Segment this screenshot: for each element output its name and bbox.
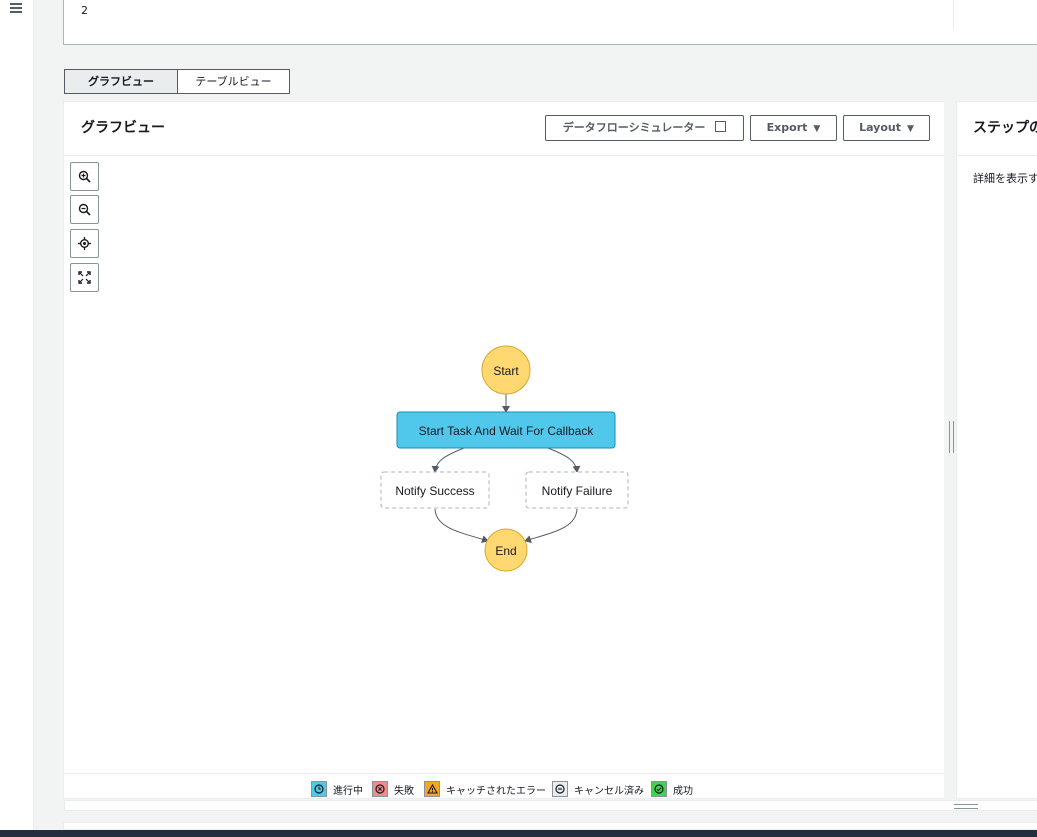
status-legend: 進行中 失敗 キャッチされたエラー キャンセル済み 成功 <box>64 773 945 800</box>
graph-panel-header: グラフビュー データフローシミュレーター Export ▼ Layout ▼ <box>64 102 945 156</box>
warning-icon <box>424 781 440 797</box>
node-start-label: Start <box>493 364 519 378</box>
graph-view-panel: グラフビュー データフローシミュレーター Export ▼ Layout ▼ S… <box>63 101 946 799</box>
summary-value: 2 <box>81 4 88 17</box>
bottom-resize-handle[interactable] <box>64 800 1037 811</box>
tab-graph-view[interactable]: グラフビュー <box>64 69 178 94</box>
hamburger-menu-icon[interactable] <box>10 3 23 14</box>
node-start[interactable]: Start <box>481 345 531 395</box>
node-task-label: Start Task And Wait For Callback <box>419 424 595 438</box>
minus-circle-icon <box>552 781 568 797</box>
data-flow-simulator-label: データフローシミュレーター <box>562 121 706 134</box>
graph-panel-title: グラフビュー <box>81 120 165 136</box>
resize-grip-icon <box>949 421 954 453</box>
resize-grip-icon <box>954 804 978 809</box>
edge-task-to-failure <box>547 447 581 473</box>
step-details-hint: 詳細を表示す <box>973 172 1037 185</box>
edge-success-to-end <box>434 508 489 544</box>
external-link-icon <box>715 121 727 132</box>
export-dropdown-button[interactable]: Export ▼ <box>750 115 837 141</box>
node-notify-success-label: Notify Success <box>395 484 474 498</box>
node-end-label: End <box>495 544 516 558</box>
export-label: Export <box>766 121 808 134</box>
side-navigation-strip <box>0 0 34 837</box>
step-details-title: ステップの <box>973 120 1037 136</box>
node-notify-failure-label: Notify Failure <box>542 484 613 498</box>
next-section-card <box>63 822 1037 830</box>
legend-item-succeeded: 成功 <box>651 781 693 797</box>
node-notify-success[interactable]: Notify Success <box>380 471 490 509</box>
legend-label: 進行中 <box>333 785 363 797</box>
layout-label: Layout <box>859 121 901 134</box>
footer-bar <box>0 830 1037 837</box>
edge-failure-to-end <box>524 508 578 544</box>
data-flow-simulator-button[interactable]: データフローシミュレーター <box>545 115 744 141</box>
caret-down-icon: ▼ <box>907 124 914 134</box>
check-circle-icon <box>651 781 667 797</box>
legend-label: キャッチされたエラー <box>446 785 546 797</box>
column-divider <box>953 0 954 30</box>
execution-summary-panel: 2 <box>63 0 1037 45</box>
state-machine-diagram: Start Start Task And Wait For Callback N… <box>380 345 629 572</box>
tab-table-view[interactable]: テーブルビュー <box>177 69 290 94</box>
legend-label: キャンセル済み <box>574 785 644 797</box>
node-end[interactable]: End <box>484 528 528 572</box>
node-start-task-and-wait-for-callback[interactable]: Start Task And Wait For Callback <box>396 411 616 449</box>
clock-icon <box>311 781 327 797</box>
node-notify-failure[interactable]: Notify Failure <box>525 471 629 509</box>
legend-item-cancelled: キャンセル済み <box>552 781 644 797</box>
step-details-panel: ステップの 詳細を表示す <box>956 101 1037 799</box>
panel-resize-handle[interactable] <box>944 101 956 799</box>
legend-label: 失敗 <box>394 785 414 797</box>
step-details-header: ステップの <box>957 102 1037 156</box>
legend-item-caught-error: キャッチされたエラー <box>424 781 546 797</box>
x-circle-icon <box>372 781 388 797</box>
caret-down-icon: ▼ <box>813 124 821 134</box>
layout-dropdown-button[interactable]: Layout ▼ <box>843 115 930 141</box>
legend-item-in-progress: 進行中 <box>311 781 363 797</box>
legend-label: 成功 <box>673 785 693 797</box>
legend-item-failed: 失敗 <box>372 781 414 797</box>
edge-task-to-success <box>431 447 465 473</box>
